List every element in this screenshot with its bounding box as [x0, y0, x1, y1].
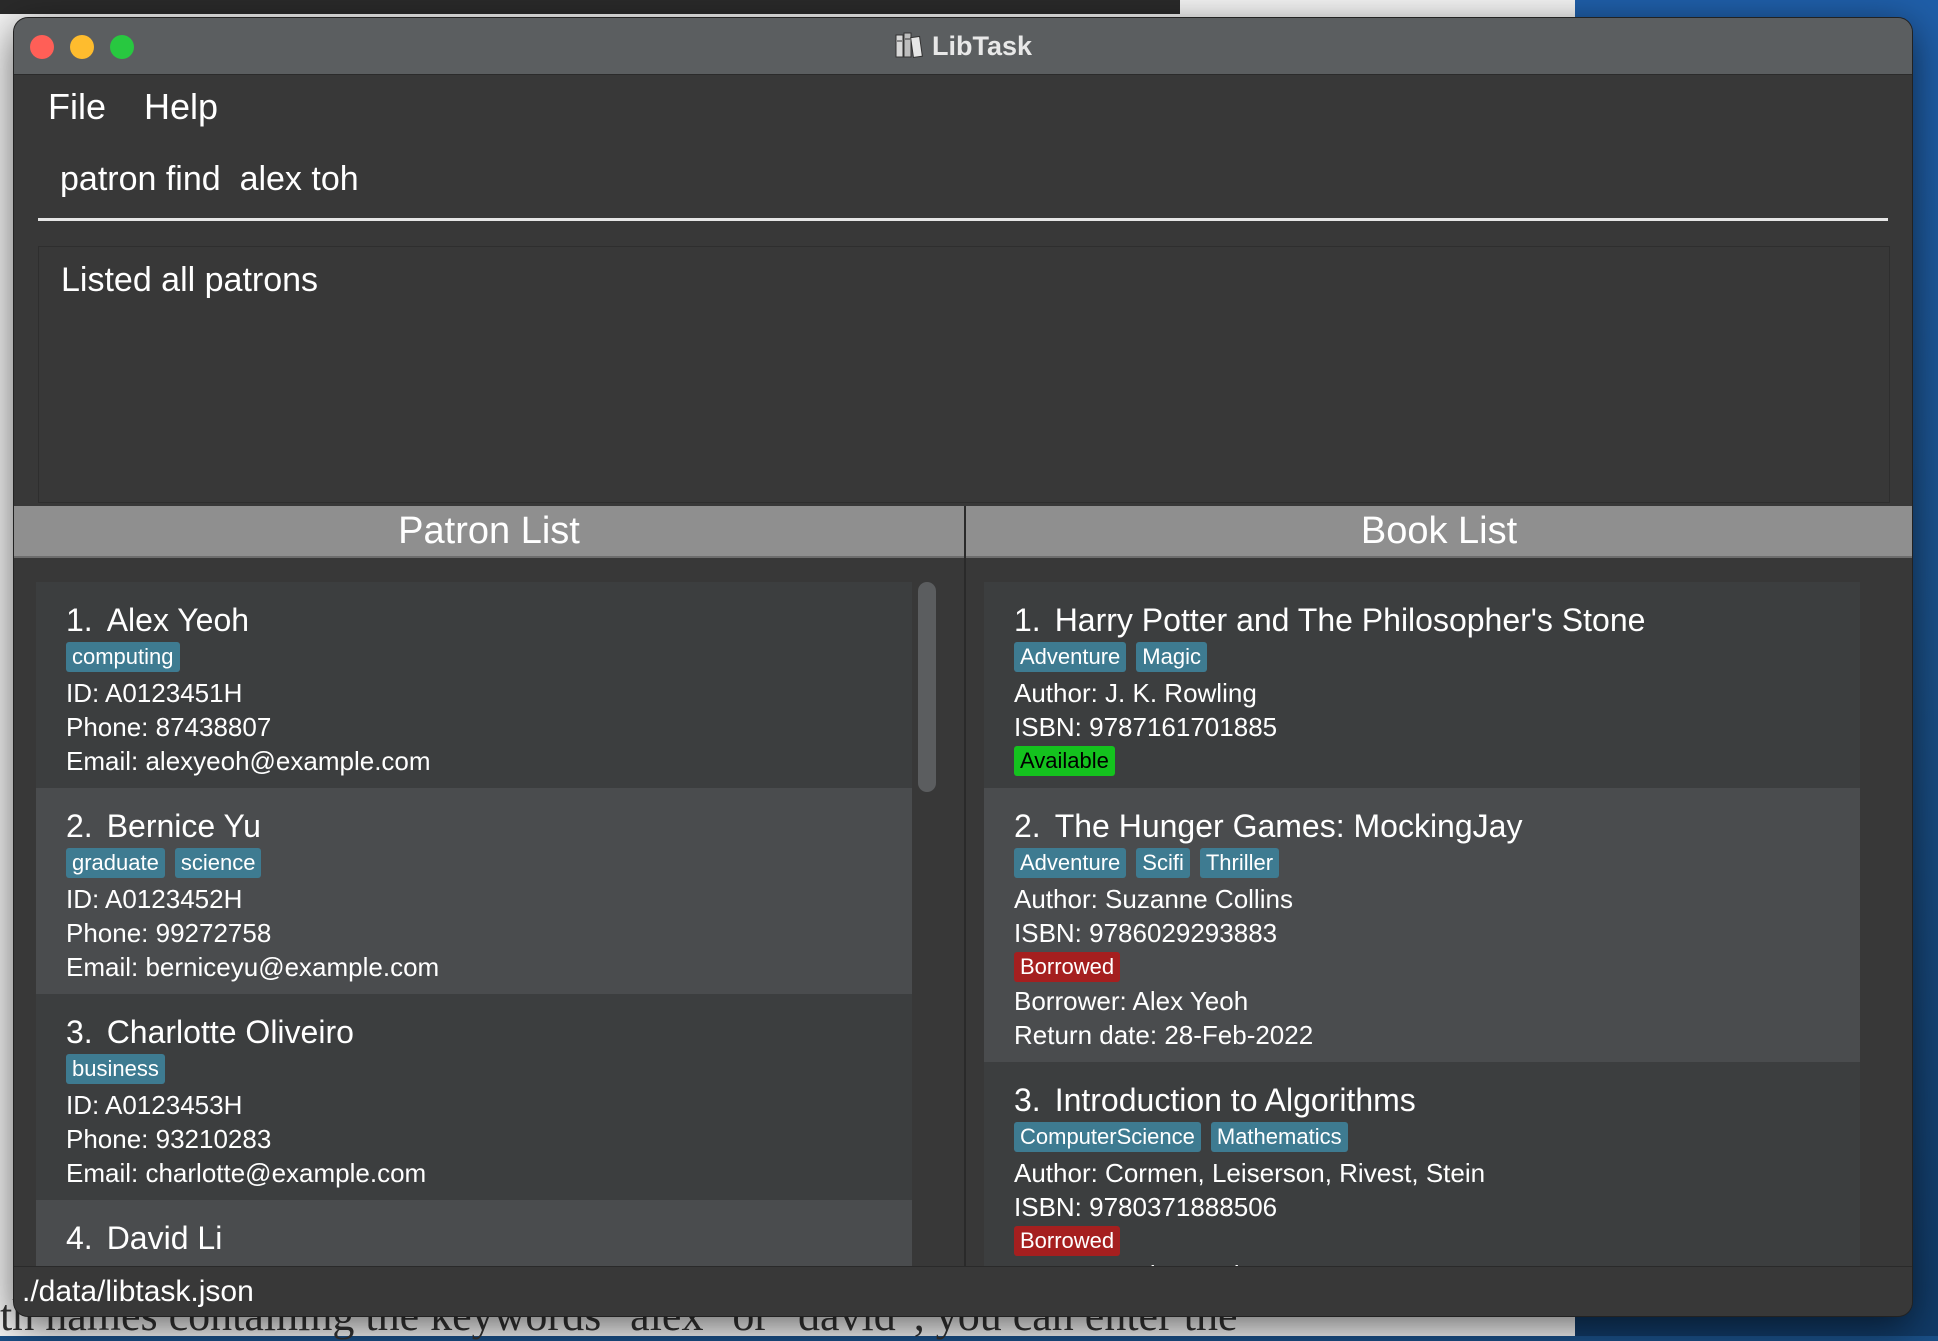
book-name: The Hunger Games: MockingJay	[1054, 808, 1523, 844]
patron-index: 2.	[66, 808, 93, 844]
book-author: Author: J. K. Rowling	[1014, 678, 1257, 708]
patron-name: Alex Yeoh	[106, 602, 250, 638]
patron-list-header: Patron List	[14, 506, 964, 558]
books-icon	[895, 32, 923, 59]
command-input[interactable]	[38, 142, 1892, 216]
patron-index: 3.	[66, 1014, 93, 1050]
title-bar[interactable]: LibTask	[14, 18, 1912, 75]
status-bar: ./data/libtask.json	[14, 1266, 1912, 1316]
book-author: Author: Suzanne Collins	[1014, 884, 1293, 914]
window-title-wrap: LibTask	[14, 18, 1912, 74]
patron-title: 2. Bernice Yu	[66, 806, 882, 846]
menu-help[interactable]: Help	[144, 86, 218, 128]
result-message: Listed all patrons	[61, 261, 319, 299]
patron-index: 1.	[66, 602, 93, 638]
book-tags: Adventure Scifi Thriller	[1014, 848, 1830, 878]
book-title: 3. Introduction to Algorithms	[1014, 1080, 1830, 1120]
book-title: 2. The Hunger Games: MockingJay	[1014, 806, 1830, 846]
patron-tags: graduate science	[66, 848, 882, 878]
book-index: 1.	[1014, 602, 1041, 638]
book-status-badge: Borrowed	[1014, 1226, 1121, 1256]
result-display[interactable]: Listed all patrons	[38, 246, 1890, 503]
patron-card[interactable]: 4. David Li	[36, 1200, 912, 1266]
patron-list[interactable]: 1. Alex Yeoh computing ID: A0123451H Pho…	[36, 582, 912, 1266]
patron-tag: computing	[66, 642, 180, 672]
patron-phone: Phone: 93210283	[66, 1124, 272, 1154]
book-tag: ComputerScience	[1014, 1122, 1201, 1152]
menu-bar: File Help	[14, 75, 1912, 139]
book-card[interactable]: 2. The Hunger Games: MockingJay Adventur…	[984, 788, 1860, 1062]
patron-phone: Phone: 87438807	[66, 712, 272, 742]
book-tag: Magic	[1136, 642, 1207, 672]
list-panels: Patron List 1. Alex Yeoh computing ID: A…	[14, 506, 1912, 1266]
book-tag: Mathematics	[1210, 1122, 1348, 1152]
patron-tag: business	[66, 1054, 165, 1084]
patron-phone: Phone: 99272758	[66, 918, 272, 948]
patron-id: ID: A0123451H	[66, 678, 243, 708]
book-tag: Adventure	[1014, 848, 1127, 878]
patron-id: ID: A0123452H	[66, 884, 243, 914]
patron-tags: computing	[66, 642, 882, 672]
background-toolbar	[0, 0, 1180, 14]
patron-card[interactable]: 3. Charlotte Oliveiro business ID: A0123…	[36, 994, 912, 1200]
book-list-panel: Book List 1. Harry Potter and The Philos…	[966, 506, 1912, 1266]
patron-tag: science	[174, 848, 262, 878]
book-isbn: ISBN: 9786029293883	[1014, 918, 1278, 948]
window-title: LibTask	[931, 30, 1033, 61]
app-window: LibTask File Help Listed all patrons Pat…	[14, 18, 1912, 1316]
book-index: 2.	[1014, 808, 1041, 844]
book-card[interactable]: 3. Introduction to Algorithms ComputerSc…	[984, 1062, 1860, 1266]
patron-list-scrollbar[interactable]	[918, 582, 936, 792]
book-list-header: Book List	[966, 506, 1912, 558]
patron-name: Bernice Yu	[106, 808, 261, 844]
book-list[interactable]: 1. Harry Potter and The Philosopher's St…	[984, 582, 1860, 1266]
patron-title: 1. Alex Yeoh	[66, 600, 882, 640]
book-index: 3.	[1014, 1082, 1041, 1118]
patron-name: David Li	[106, 1220, 223, 1256]
patron-name: Charlotte Oliveiro	[106, 1014, 354, 1050]
book-tag: Scifi	[1136, 848, 1190, 878]
patron-title: 3. Charlotte Oliveiro	[66, 1012, 882, 1052]
book-tags: ComputerScience Mathematics	[1014, 1122, 1830, 1152]
book-tag: Thriller	[1199, 848, 1280, 878]
book-card[interactable]: 1. Harry Potter and The Philosopher's St…	[984, 582, 1860, 788]
book-borrower: Borrower: Alex Yeoh	[1014, 1258, 1830, 1266]
patron-title: 4. David Li	[66, 1218, 882, 1258]
book-isbn: ISBN: 9780371888506	[1014, 1192, 1278, 1222]
book-isbn: ISBN: 9787161701885	[1014, 712, 1278, 742]
book-borrower: Borrower: Alex Yeoh	[1014, 986, 1249, 1016]
patron-tags: business	[66, 1054, 882, 1084]
patron-email: Email: alexyeoh@example.com	[66, 746, 431, 776]
patron-index: 4.	[66, 1220, 93, 1256]
book-status-badge: Borrowed	[1014, 952, 1121, 982]
book-title: 1. Harry Potter and The Philosopher's St…	[1014, 600, 1830, 640]
patron-list-panel: Patron List 1. Alex Yeoh computing ID: A…	[14, 506, 964, 1266]
book-name: Introduction to Algorithms	[1054, 1082, 1416, 1118]
save-file-path: ./data/libtask.json	[22, 1275, 254, 1308]
book-tags: Adventure Magic	[1014, 642, 1830, 672]
patron-card[interactable]: 1. Alex Yeoh computing ID: A0123451H Pho…	[36, 582, 912, 788]
menu-file[interactable]: File	[48, 86, 106, 128]
patron-email: Email: berniceyu@example.com	[66, 952, 440, 982]
patron-id: ID: A0123453H	[66, 1090, 243, 1120]
book-status-badge: Available	[1014, 746, 1115, 776]
patron-email: Email: charlotte@example.com	[66, 1158, 427, 1188]
book-tag: Adventure	[1014, 642, 1127, 672]
book-return-date: Return date: 28-Feb-2022	[1014, 1020, 1314, 1050]
patron-card[interactable]: 2. Bernice Yu graduate science ID: A0123…	[36, 788, 912, 994]
command-box	[38, 142, 1892, 221]
patron-tag: graduate	[66, 848, 165, 878]
book-author: Author: Cormen, Leiserson, Rivest, Stein	[1014, 1158, 1486, 1188]
book-name: Harry Potter and The Philosopher's Stone	[1054, 602, 1646, 638]
